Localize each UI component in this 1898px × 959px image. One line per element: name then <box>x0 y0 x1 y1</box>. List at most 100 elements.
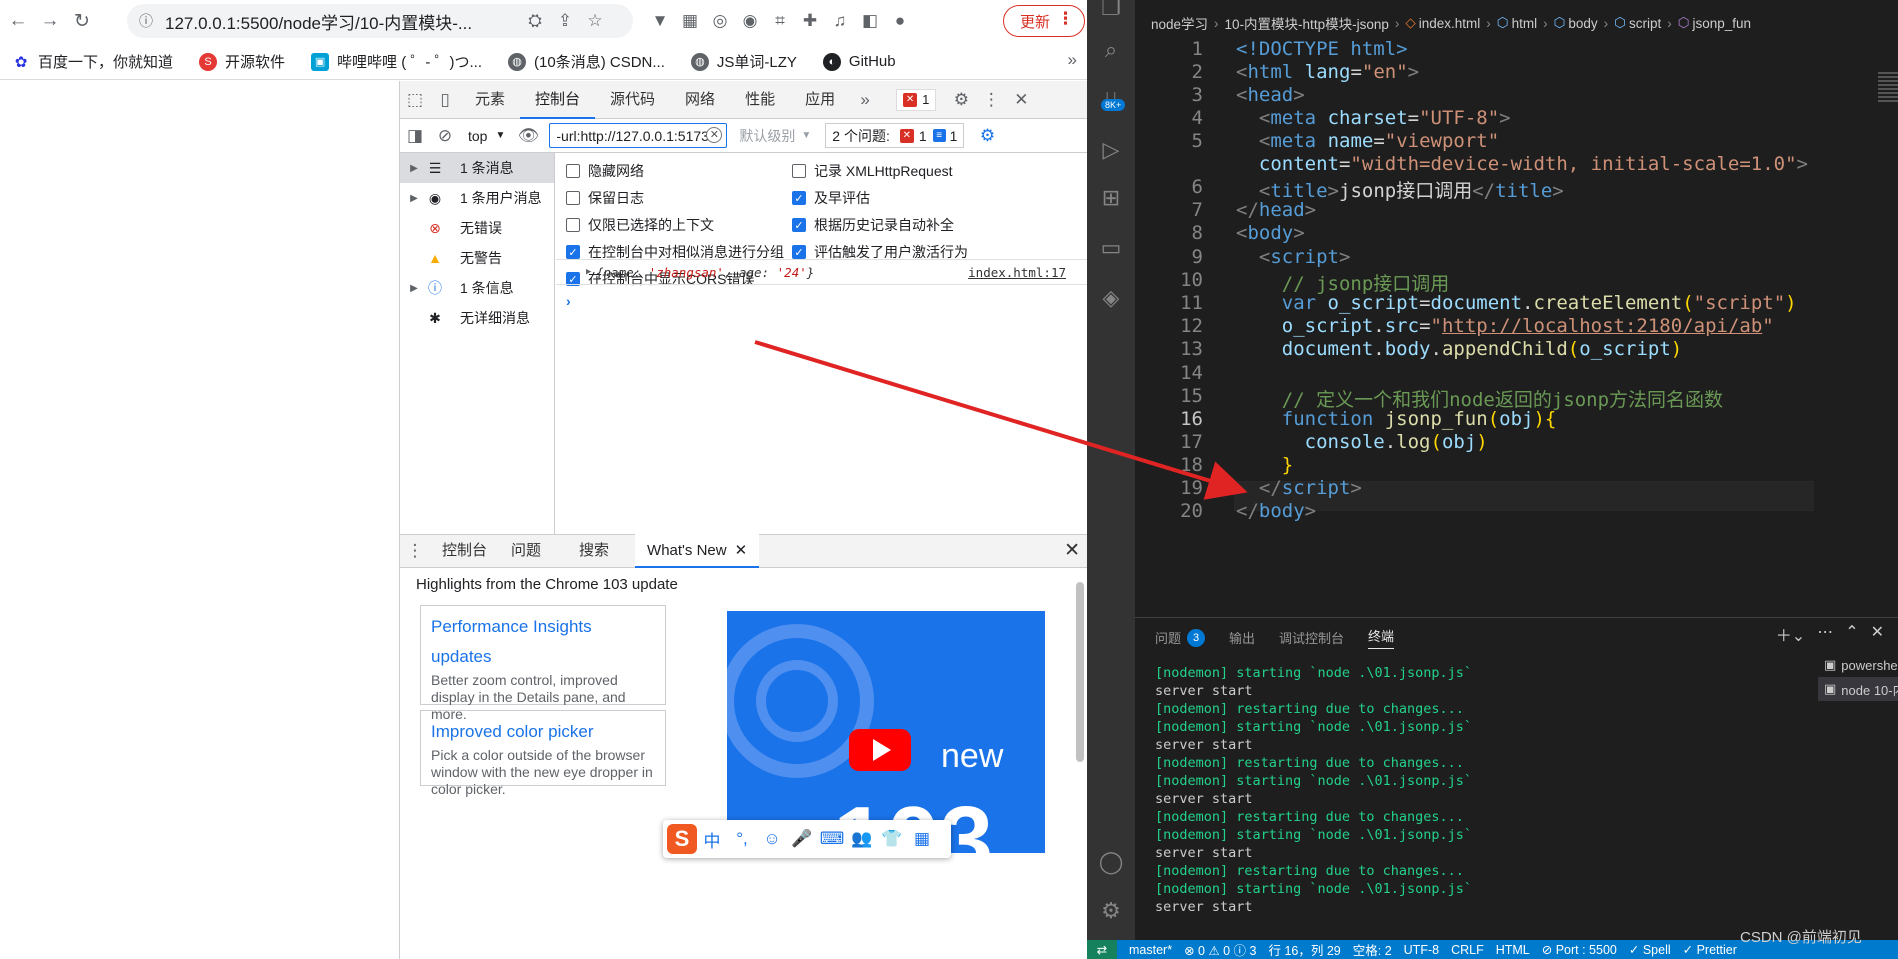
card-title[interactable]: Performance Insights updates <box>431 612 655 672</box>
translate-icon[interactable]: ⛭ <box>520 6 550 36</box>
ime-voice-icon[interactable]: 🎤 <box>787 829 817 849</box>
spell-status[interactable]: ✓ Spell <box>1629 942 1671 957</box>
console-settings-icon[interactable]: ⚙ <box>972 121 1002 151</box>
bookmark-baidu[interactable]: ✿ 百度一下，你就知道 <box>12 51 173 72</box>
log-source-link[interactable]: index.html:17 <box>968 265 1066 280</box>
tab-application[interactable]: 应用 <box>790 81 850 119</box>
sidebar-item-verbose[interactable]: ✱ 无详细消息 <box>400 303 554 333</box>
inspect-element-icon[interactable]: ⬚ <box>400 85 430 115</box>
checkbox-checked[interactable]: ✓ <box>792 191 806 205</box>
option-preserve-log[interactable]: 保留日志 <box>566 188 644 208</box>
share-icon[interactable]: ⇪ <box>550 6 580 36</box>
side-panel-icon[interactable]: ◧ <box>855 6 885 36</box>
ime-punctuation-icon[interactable]: °, <box>727 829 757 849</box>
checkbox[interactable] <box>566 191 580 205</box>
option-selected-context-only[interactable]: 仅限已选择的上下文 <box>566 215 714 235</box>
tab-network[interactable]: 网络 <box>670 81 730 119</box>
bookmark-csdn[interactable]: ◍ (10条消息) CSDN... <box>508 51 665 72</box>
clear-console-icon[interactable]: ⊘ <box>430 121 460 151</box>
close-drawer-icon[interactable]: ✕ <box>1064 539 1080 562</box>
search-icon[interactable]: ⌕ <box>1095 34 1127 66</box>
option-eager-eval[interactable]: ✓ 及早评估 <box>792 188 870 208</box>
bookmark-github[interactable]: ◐ GitHub <box>822 52 896 71</box>
expand-arrow-icon[interactable]: ▶ <box>404 283 424 294</box>
profile-avatar-icon[interactable]: ● <box>885 6 915 36</box>
checkbox[interactable] <box>566 218 580 232</box>
checkbox[interactable] <box>792 164 806 178</box>
menu-dots-icon[interactable]: ⋮ <box>1057 9 1074 29</box>
tab-elements[interactable]: 元素 <box>460 81 520 119</box>
terminal-item-powershell[interactable]: ▣powershell... <box>1818 653 1898 677</box>
drawer-tab-whats-new[interactable]: What's New ✕ <box>635 534 760 568</box>
bookmark-oschina[interactable]: S 开源软件 <box>199 51 285 72</box>
devtools-menu-icon[interactable]: ⋮ <box>976 85 1006 115</box>
log-level-dropdown[interactable]: 默认级别 ▼ <box>739 126 811 146</box>
expand-arrow-icon[interactable]: ▶ <box>404 193 424 204</box>
close-panel-icon[interactable]: ✕ <box>1871 622 1884 646</box>
back-icon[interactable]: ← <box>4 7 32 35</box>
vue-devtools-icon[interactable]: ▼ <box>645 6 675 36</box>
breadcrumb-item[interactable]: 10-内置模块-http模块-jsonp <box>1225 13 1389 33</box>
checkbox-checked[interactable]: ✓ <box>792 218 806 232</box>
media-control-icon[interactable]: ♫ <box>825 6 855 36</box>
code-editor[interactable]: 1 2 3 4 5 6 7 8 9 10 11 12 13 14 15 16 1… <box>1135 36 1898 616</box>
sidebar-item-user-messages[interactable]: ▶ ◉ 1 条用户消息 <box>400 183 554 213</box>
bookmark-js-words[interactable]: ◍ JS单词-LZY <box>690 51 797 72</box>
problems-status[interactable]: ⊗ 0 ⚠ 0 ⓘ 3 <box>1184 940 1256 959</box>
encoding-status[interactable]: UTF-8 <box>1404 943 1439 957</box>
extension-chat-icon[interactable]: ◉ <box>735 6 765 36</box>
site-info-icon[interactable]: ⓘ <box>139 11 153 31</box>
language-mode-status[interactable]: HTML <box>1496 943 1530 957</box>
expand-object-arrow-icon[interactable]: ▶ <box>586 267 591 277</box>
breadcrumb-item[interactable]: script <box>1629 16 1661 31</box>
ime-toolbox-icon[interactable]: ▦ <box>907 829 937 849</box>
ime-keyboard-icon[interactable]: ⌨ <box>817 829 847 849</box>
cursor-position-status[interactable]: 行 16，列 29 <box>1268 940 1340 959</box>
ime-user-icon[interactable]: 👥 <box>847 829 877 849</box>
sidebar-toggle-icon[interactable]: ◨ <box>400 121 430 151</box>
breadcrumb-item[interactable]: jsonp_fun <box>1693 16 1752 31</box>
screenshot-icon[interactable]: ⌗ <box>765 6 795 36</box>
panel-scrollbar[interactable] <box>1076 582 1084 762</box>
panel-tab-problems[interactable]: 问题 3 <box>1155 628 1206 647</box>
run-debug-icon[interactable]: ▷ <box>1095 134 1127 166</box>
close-tab-icon[interactable]: ✕ <box>735 542 748 559</box>
breadcrumb-item[interactable]: html <box>1512 16 1538 31</box>
more-actions-icon[interactable]: ⋯ <box>1817 622 1833 646</box>
tab-sources[interactable]: 源代码 <box>595 81 670 119</box>
tab-console[interactable]: 控制台 <box>520 81 596 119</box>
panel-tab-terminal[interactable]: 终端 <box>1368 626 1395 649</box>
bookmarks-overflow-icon[interactable]: » <box>1068 50 1077 70</box>
clear-filter-icon[interactable]: ✕ <box>706 127 723 143</box>
terminal-output[interactable]: [nodemon] starting `node .\01.jsonp.js` s… <box>1155 664 1472 916</box>
option-hide-network[interactable]: 隐藏网络 <box>566 161 644 181</box>
extension-record-icon[interactable]: ◎ <box>705 6 735 36</box>
forward-icon[interactable]: → <box>36 7 64 35</box>
device-toggle-icon[interactable]: ▯ <box>430 85 460 115</box>
extensions-puzzle-icon[interactable]: ✚ <box>795 6 825 36</box>
manage-gear-icon[interactable]: ⚙ <box>1095 895 1127 927</box>
drawer-tab-console[interactable]: 控制台 <box>430 534 499 568</box>
console-prompt-icon[interactable]: › <box>566 293 571 309</box>
sidebar-item-warnings[interactable]: ▲ 无警告 <box>400 243 554 273</box>
breadcrumb-item[interactable]: index.html <box>1419 16 1481 31</box>
layers-icon[interactable]: ◈ <box>1095 282 1127 314</box>
expand-arrow-icon[interactable]: ▶ <box>404 163 424 174</box>
minimap[interactable] <box>1878 72 1898 132</box>
log-object[interactable]: {name: 'zhangsan', age: '24'} <box>596 265 814 280</box>
indentation-status[interactable]: 空格: 2 <box>1353 940 1392 959</box>
error-count-badge[interactable]: ✕ 1 <box>896 88 937 111</box>
issues-counter[interactable]: 2 个问题: ✕ 1 ≡ 1 <box>825 123 965 148</box>
settings-gear-icon[interactable]: ⚙ <box>946 85 976 115</box>
card-performance-insights[interactable]: Performance Insights updates Better zoom… <box>420 605 666 722</box>
update-button[interactable]: 更新 ⋮ <box>1003 5 1085 37</box>
option-log-xhr[interactable]: 记录 XMLHttpRequest <box>792 161 953 181</box>
sidebar-item-errors[interactable]: ⊗ 无错误 <box>400 213 554 243</box>
new-terminal-icon[interactable]: ＋⌄ <box>1776 622 1805 646</box>
eol-status[interactable]: CRLF <box>1451 943 1484 957</box>
git-branch-status[interactable]: master* <box>1129 943 1172 957</box>
panel-tab-output[interactable]: 输出 <box>1229 628 1255 647</box>
tab-performance[interactable]: 性能 <box>730 81 790 119</box>
extension-grid-icon[interactable]: ▦ <box>675 6 705 36</box>
prettier-status[interactable]: ✓ Prettier <box>1683 942 1737 957</box>
